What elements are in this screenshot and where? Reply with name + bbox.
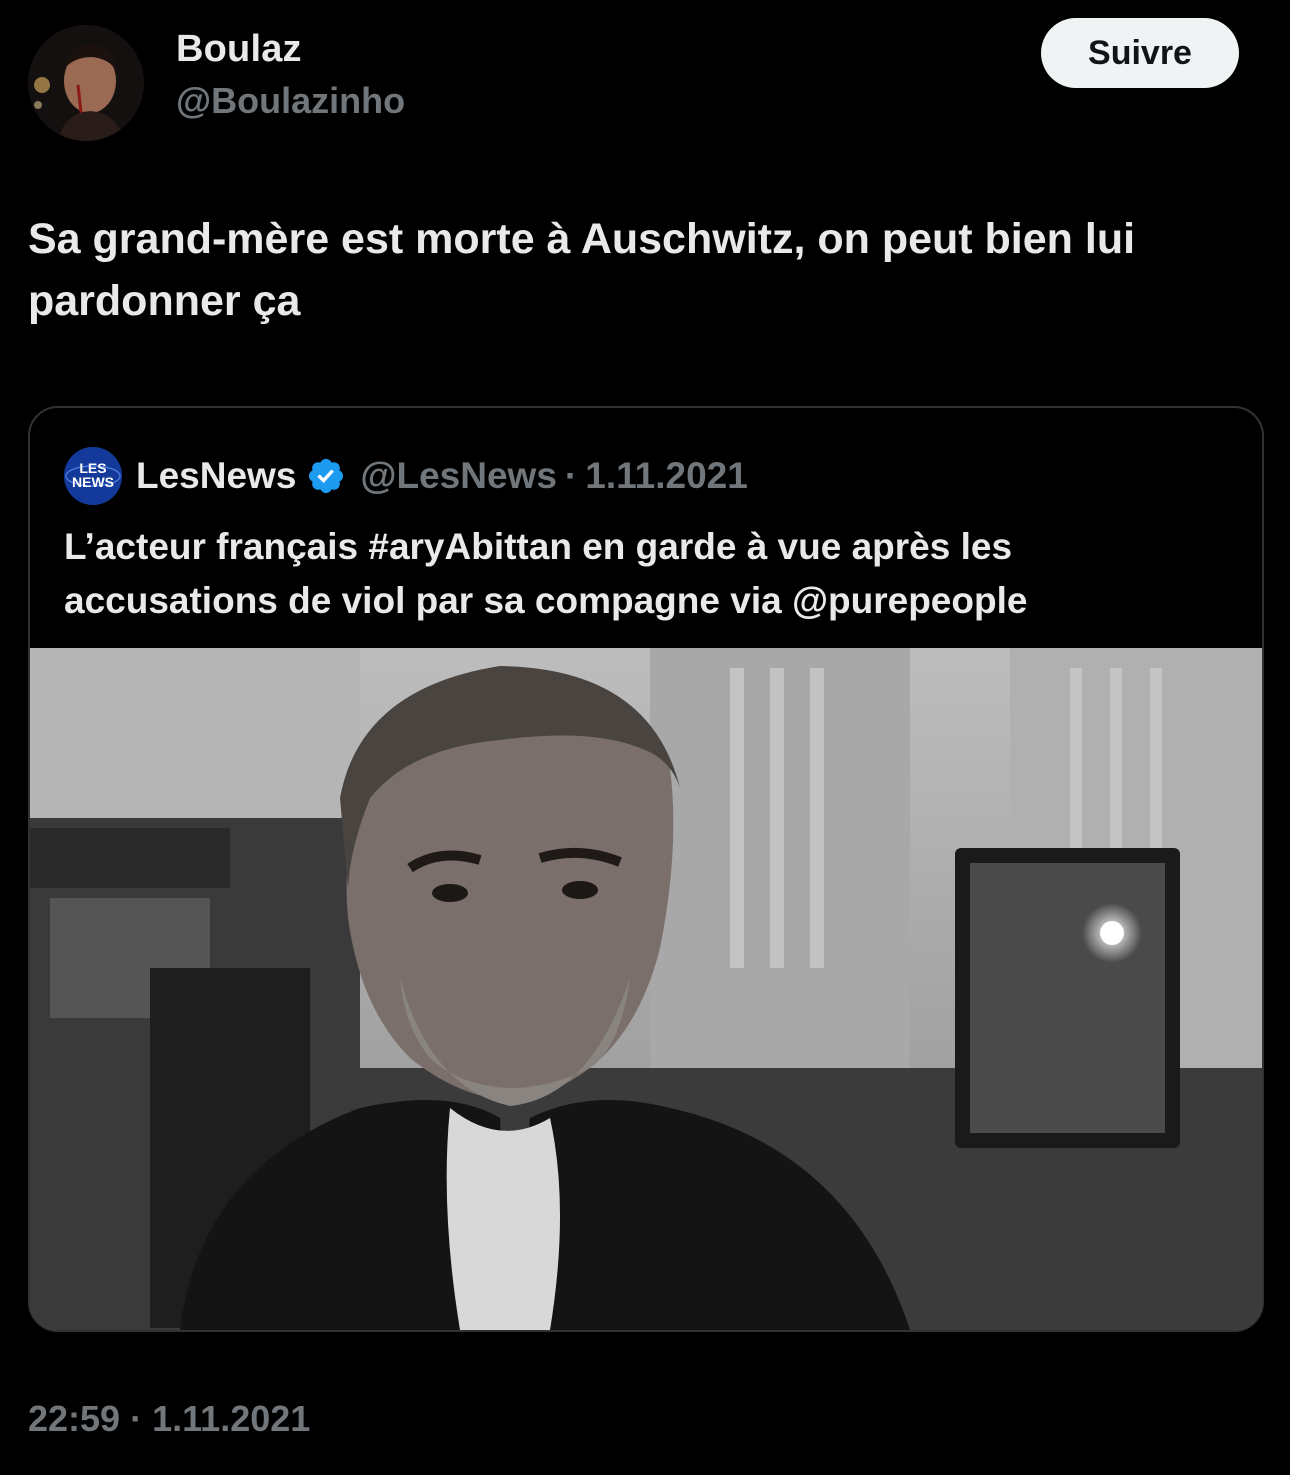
quoted-display-name[interactable]: LesNews <box>136 455 296 497</box>
author-username[interactable]: @Boulazinho <box>176 80 405 122</box>
post-text: Sa grand-mère est morte à Auschwitz, on … <box>28 215 1136 325</box>
photo-icon <box>30 648 1262 1330</box>
profile-photo-icon <box>28 25 144 141</box>
quoted-username[interactable]: @LesNews <box>360 455 557 497</box>
follow-button[interactable]: Suivre <box>1041 18 1239 88</box>
post-date: 1.11.2021 <box>152 1398 311 1439</box>
verified-badge-icon <box>306 456 346 496</box>
post-time: 22:59 <box>28 1398 121 1439</box>
author-display-name[interactable]: Boulaz <box>176 28 302 71</box>
quoted-post-card[interactable]: LES NEWS LesNews @LesNews · 1.11.2021 L’… <box>28 406 1264 1332</box>
post-timestamp[interactable]: 22:59 · 1.11.2021 <box>28 1398 310 1440</box>
lesnews-logo-icon: LES NEWS <box>64 447 122 505</box>
post-separator: · <box>130 1398 143 1439</box>
quoted-post-header: LES NEWS LesNews @LesNews · 1.11.2021 <box>64 447 748 505</box>
quoted-avatar[interactable]: LES NEWS <box>64 447 122 505</box>
quoted-post-photo[interactable] <box>30 648 1262 1330</box>
quoted-post-text: L’acteur français #aryAbittan en garde à… <box>64 526 1028 621</box>
quoted-date[interactable]: 1.11.2021 <box>585 455 748 497</box>
logo-line-2: NEWS <box>72 474 114 490</box>
quoted-separator: · <box>564 455 578 496</box>
avatar[interactable] <box>28 25 144 141</box>
